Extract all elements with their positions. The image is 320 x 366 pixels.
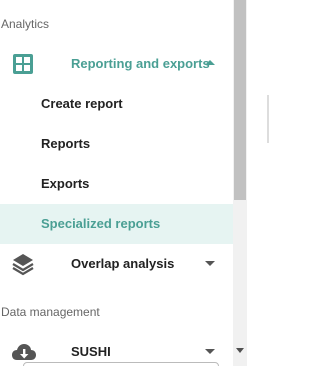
section-header-analytics: Analytics: [1, 17, 50, 31]
sidebar-item-label: SUSHI: [71, 344, 111, 359]
sidebar-item-reporting-and-exports[interactable]: Reporting and exports: [0, 44, 233, 84]
sidebar-subitem-specialized-reports[interactable]: Specialized reports: [0, 204, 233, 244]
sidebar-item-label: Reporting and exports: [71, 56, 210, 71]
scrollbar-thumb[interactable]: [234, 0, 246, 200]
sidebar-subitem-reports[interactable]: Reports: [0, 124, 233, 164]
layers-icon: [11, 252, 35, 276]
sidebar-subitem-label: Reports: [41, 136, 91, 151]
sidebar-nav: Analytics Reporting and exports Create r…: [0, 0, 233, 366]
sidebar-subitem-label: Create report: [41, 96, 123, 111]
sidebar-item-overlap-analysis[interactable]: Overlap analysis: [0, 244, 233, 284]
sidebar-subitem-exports[interactable]: Exports: [0, 164, 233, 204]
scroll-down-arrow-icon[interactable]: [236, 348, 244, 353]
cloud-download-icon: [11, 340, 36, 364]
chevron-up-icon: [205, 60, 215, 65]
sidebar-scrollbar[interactable]: [233, 0, 247, 366]
panel-edge: [267, 95, 269, 143]
sidebar-subitem-label: Exports: [41, 176, 90, 191]
chevron-down-icon: [205, 261, 215, 266]
grid-icon: [11, 52, 35, 76]
sidebar-item-label: Overlap analysis: [71, 256, 175, 271]
sidebar-subitem-create-report[interactable]: Create report: [0, 84, 233, 124]
main-content-edge: [247, 0, 269, 366]
chevron-down-icon: [205, 349, 215, 354]
sidebar-item-sushi[interactable]: SUSHI: [0, 332, 233, 366]
app-root: Analytics Reporting and exports Create r…: [0, 0, 269, 366]
dropdown-outline: [23, 362, 219, 366]
sidebar-subitem-label: Specialized reports: [41, 216, 161, 231]
section-header-data-management: Data management: [1, 305, 100, 319]
